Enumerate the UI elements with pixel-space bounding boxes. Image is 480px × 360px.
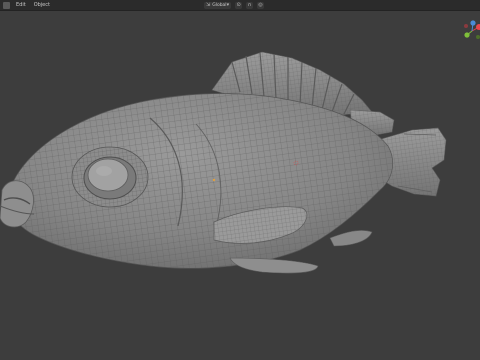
fish-eye: [71, 146, 149, 208]
fish-mesh: [0, 51, 447, 274]
3d-viewport[interactable]: Edit Object ⇲ Global ▾ ⊙ ∩ ◎: [0, 0, 480, 360]
object-origin: [212, 178, 216, 182]
